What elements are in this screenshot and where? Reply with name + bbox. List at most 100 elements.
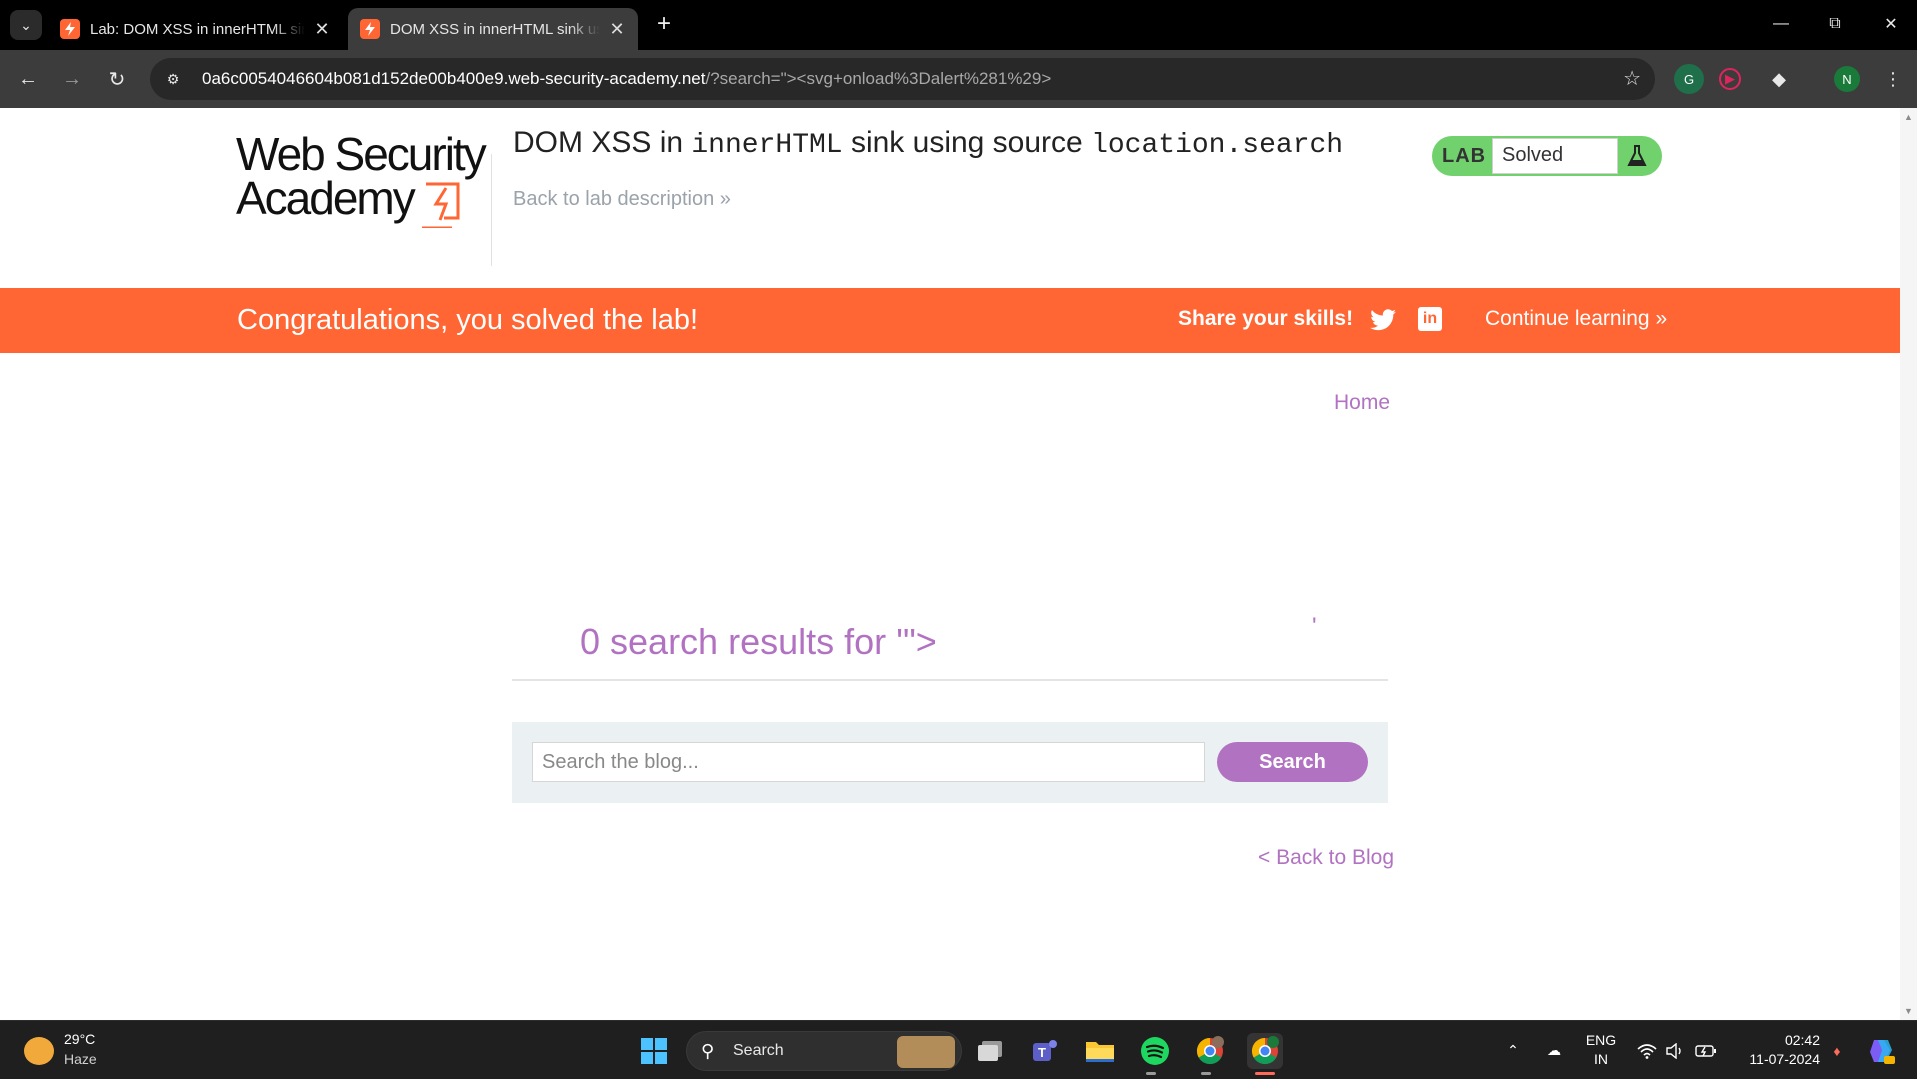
start-button[interactable] <box>636 1033 672 1069</box>
close-tab-icon[interactable]: ✕ <box>608 19 626 40</box>
back-to-lab-description-link[interactable]: Back to lab description » <box>513 188 731 211</box>
weather-temperature: 29°C <box>64 1031 96 1047</box>
taskbar-search-box[interactable]: ⚲ Search <box>686 1031 962 1071</box>
battery-charging-icon[interactable] <box>1694 1021 1718 1079</box>
file-explorer-icon[interactable] <box>1082 1033 1118 1069</box>
url-host: 0a6c0054046604b081d152de00b400e9.web-sec… <box>202 69 706 88</box>
academy-favicon-icon <box>60 19 80 39</box>
url-query: /?search="><svg+onload%3Dalert%281%29> <box>705 69 1052 88</box>
show-hidden-icons-chevron-icon[interactable]: ⌃ <box>1500 1021 1526 1079</box>
double-chevron-right-icon: » <box>1655 307 1668 330</box>
bookmark-star-icon[interactable]: ☆ <box>1623 66 1641 91</box>
address-bar[interactable]: ⚙ 0a6c0054046604b081d152de00b400e9.web-s… <box>150 58 1655 100</box>
new-tab-button[interactable]: + <box>650 10 678 38</box>
lab-title-part: sink using source <box>842 126 1092 159</box>
notification-bell-icon[interactable]: ♦ <box>1826 1021 1848 1079</box>
tab-title: Lab: DOM XSS in innerHTML sink using sou… <box>90 20 305 38</box>
solved-banner: Congratulations, you solved the lab! Sha… <box>0 288 1900 353</box>
results-divider <box>512 679 1388 681</box>
logo-bolt-icon <box>422 182 460 228</box>
continue-learning-label: Continue learning <box>1485 307 1650 330</box>
back-button[interactable]: ← <box>13 64 43 94</box>
web-security-academy-logo[interactable]: Web Security Academy <box>236 128 494 242</box>
browser-menu-icon[interactable]: ⋮ <box>1878 64 1908 94</box>
chrome-profile-2-icon[interactable] <box>1247 1033 1283 1069</box>
svg-text:T: T <box>1038 1045 1046 1060</box>
chrome-profile-1-icon[interactable] <box>1192 1033 1228 1069</box>
clock-time: 02:42 <box>1784 1032 1820 1048</box>
page-scrollbar[interactable]: ▲ ▼ <box>1900 108 1917 1020</box>
flask-icon <box>1627 145 1647 166</box>
close-window-button[interactable]: ✕ <box>1871 8 1911 40</box>
url-text: 0a6c0054046604b081d152de00b400e9.web-sec… <box>202 69 1051 89</box>
home-link[interactable]: Home <box>1334 391 1390 415</box>
lab-title-code: location.search <box>1091 130 1344 161</box>
linkedin-icon[interactable]: in <box>1418 307 1442 331</box>
copilot-icon[interactable] <box>1864 1021 1898 1079</box>
haze-weather-icon <box>24 1037 54 1065</box>
lab-badge-label: LAB <box>1442 145 1487 167</box>
clock-date: 11-07-2024 <box>1749 1051 1820 1067</box>
chrome-active-indicator <box>1255 1072 1275 1075</box>
recorder-extension-icon[interactable]: ▶ <box>1719 68 1741 90</box>
search-icon: ⚲ <box>701 1041 715 1061</box>
web-page: Web Security Academy DOM XSS in innerHTM… <box>0 108 1900 1020</box>
scroll-down-arrow-icon[interactable]: ▼ <box>1904 1006 1913 1016</box>
close-tab-icon[interactable]: ✕ <box>313 19 331 40</box>
share-skills-label: Share your skills! <box>1178 307 1354 330</box>
back-to-blog-link[interactable]: < Back to Blog <box>1258 846 1394 870</box>
continue-learning-link[interactable]: Continue learning » <box>1485 307 1667 331</box>
search-results-heading: 0 search results for '"> <box>580 621 937 662</box>
forward-button[interactable]: → <box>57 64 87 94</box>
logo-line-2: Academy <box>236 172 416 224</box>
reload-button[interactable]: ↻ <box>102 64 132 94</box>
tab-search-button[interactable]: ⌄ <box>10 10 42 40</box>
tab-lab-page[interactable]: DOM XSS in innerHTML sink using source l… <box>348 8 638 50</box>
browser-toolbar: ← → ↻ ⚙ 0a6c0054046604b081d152de00b400e9… <box>0 50 1917 108</box>
windows-logo-icon <box>641 1038 667 1064</box>
profile-avatar[interactable]: N <box>1834 66 1860 92</box>
lab-status-badge: LAB Solved <box>1432 136 1662 176</box>
scroll-up-arrow-icon[interactable]: ▲ <box>1904 112 1913 122</box>
restore-window-button[interactable]: ⧉ <box>1815 8 1855 40</box>
taskbar-search-label: Search <box>733 1042 784 1059</box>
lab-status-text: Solved <box>1492 138 1618 174</box>
task-view-icon[interactable] <box>972 1033 1008 1069</box>
blog-search-form: Search <box>512 722 1388 803</box>
grammarly-extension-icon[interactable]: G <box>1674 64 1704 94</box>
logo-line-1: Web Security <box>236 128 487 180</box>
windows-taskbar: 29°C Haze ⚲ Search T ⌃ ☁ ENG IN 02:42 11… <box>0 1020 1917 1079</box>
blog-search-input[interactable] <box>532 742 1205 782</box>
chevron-down-icon: ⌄ <box>20 16 32 33</box>
language-indicator[interactable]: ENG IN <box>1584 1031 1618 1069</box>
academy-favicon-icon <box>360 19 380 39</box>
extensions-puzzle-icon[interactable]: ◆ <box>1764 64 1794 94</box>
tab-lab-description[interactable]: Lab: DOM XSS in innerHTML sink using sou… <box>48 8 343 50</box>
teams-icon[interactable]: T <box>1027 1033 1063 1069</box>
twitter-icon[interactable] <box>1370 308 1396 332</box>
spotify-icon[interactable] <box>1137 1033 1173 1069</box>
back-link-label: Back to lab description <box>513 188 715 210</box>
congratulations-message: Congratulations, you solved the lab! <box>237 304 699 336</box>
language-code: ENG <box>1585 1032 1617 1048</box>
weather-widget[interactable]: 29°C Haze <box>24 1031 144 1071</box>
chrome-running-indicator <box>1201 1072 1211 1075</box>
search-button[interactable]: Search <box>1217 742 1368 782</box>
injected-svg-remnant: ' <box>1312 613 1317 640</box>
volume-icon[interactable] <box>1664 1021 1686 1079</box>
system-clock[interactable]: 02:42 11-07-2024 <box>1736 1031 1820 1069</box>
lab-title: DOM XSS in innerHTML sink using source l… <box>513 126 1343 161</box>
site-info-icon[interactable]: ⚙ <box>158 64 188 94</box>
lab-title-code: innerHTML <box>691 130 843 161</box>
double-chevron-right-icon: » <box>719 188 731 210</box>
lab-title-part: DOM XSS in <box>513 126 692 159</box>
browser-tab-strip: ⌄ Lab: DOM XSS in innerHTML sink using s… <box>0 0 1917 50</box>
wifi-icon[interactable] <box>1636 1021 1658 1079</box>
spotify-running-indicator <box>1146 1072 1156 1075</box>
search-highlight-image <box>897 1036 955 1068</box>
onedrive-offline-icon[interactable]: ☁ <box>1540 1021 1568 1079</box>
weather-condition: Haze <box>64 1051 97 1067</box>
tab-title: DOM XSS in innerHTML sink using source l… <box>390 20 600 38</box>
minimize-window-button[interactable]: — <box>1761 8 1801 40</box>
header-divider <box>491 154 492 266</box>
